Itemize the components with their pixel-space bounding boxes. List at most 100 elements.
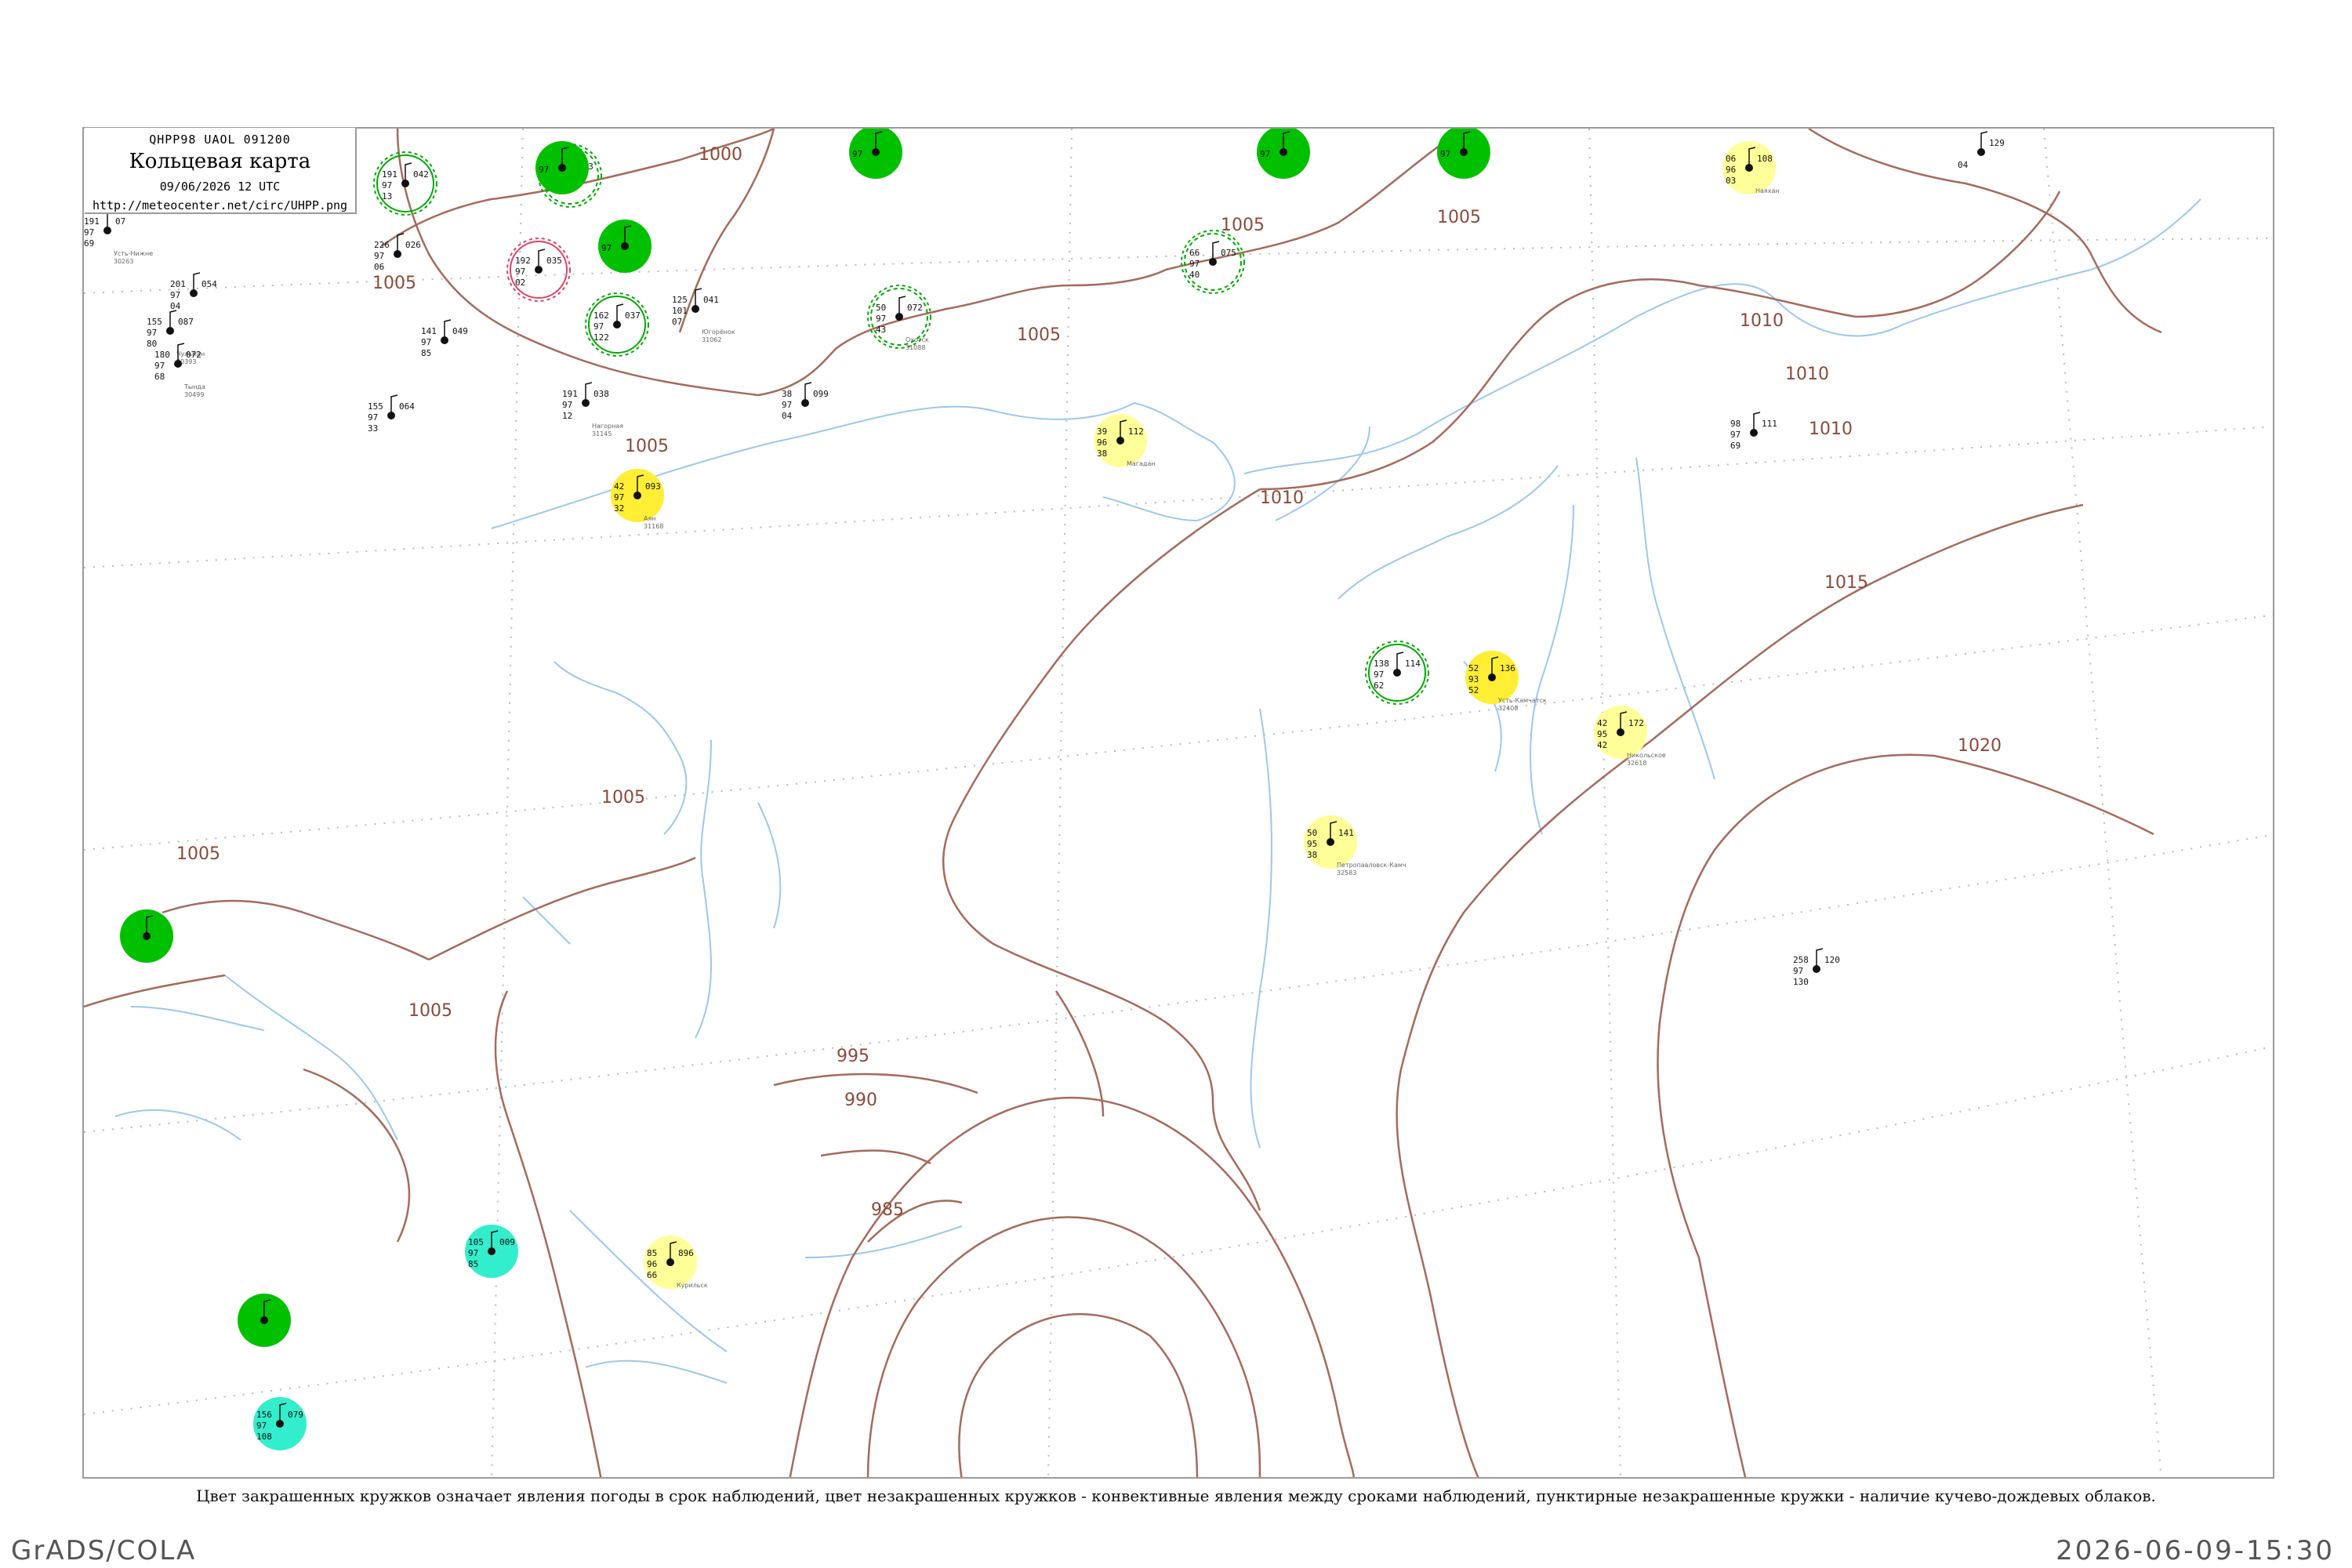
station-t: 52: [1468, 663, 1479, 673]
station-td: 97: [539, 165, 549, 175]
station-td: 97: [147, 328, 157, 338]
station-plot[interactable]: 5097 072 43 Охотск31088: [867, 285, 931, 351]
station-t: 50: [1307, 828, 1317, 838]
station-plot[interactable]: 15597 064 33: [368, 394, 415, 434]
station-name: Курильск: [677, 1282, 708, 1289]
station-plot[interactable]: 19197 07 69 Усть-Нижне30263: [84, 209, 153, 265]
station-plot[interactable]: 19297 035 02: [506, 238, 571, 302]
graticule: [84, 129, 2273, 1477]
station-v: 66: [647, 1270, 657, 1280]
station-p: 111: [1762, 419, 1777, 429]
station-plot[interactable]: 8596 896 66 Курильск: [644, 1236, 708, 1289]
station-td: 97: [515, 267, 525, 277]
station-v: 108: [256, 1432, 272, 1442]
station-t: 258: [1793, 955, 1809, 965]
station-p: 075: [1221, 248, 1236, 258]
station-plot[interactable]: 14197 049 85: [421, 319, 468, 358]
station-td: 97: [1793, 966, 1803, 976]
station-plot[interactable]: 9897 111 69: [1730, 412, 1777, 451]
station-plot[interactable]: 97: [1257, 129, 1310, 179]
station-plot[interactable]: 5293 136 52 Усть-Камчатск32408: [1465, 651, 1547, 712]
station-p: 049: [452, 326, 468, 336]
station-p: 041: [703, 295, 719, 305]
station-plot[interactable]: 97: [849, 129, 902, 179]
station-td: 96: [647, 1259, 657, 1269]
isobar-label-985: 985: [871, 1200, 904, 1220]
station-p: 064: [399, 401, 415, 412]
station-t: 155: [147, 317, 162, 327]
station-t: 155: [368, 401, 383, 412]
station-td: 97: [374, 251, 384, 261]
station-t: 191: [382, 169, 397, 180]
station-plot[interactable]: 10597 009 85: [465, 1225, 518, 1278]
station-plot[interactable]: 4295 172 42 Никольское32618: [1594, 706, 1666, 767]
station-plot[interactable]: 97: [598, 220, 652, 273]
station-plot[interactable]: 15697 079 108: [253, 1397, 307, 1450]
isobar-label-1005: 1005: [1437, 208, 1481, 227]
station-plot[interactable]: [120, 909, 173, 963]
station-p: 035: [546, 256, 562, 266]
station-t: 192: [515, 256, 531, 266]
station-plot[interactable]: 25897 120 130: [1793, 948, 1840, 987]
station-t: 226: [374, 240, 390, 250]
isobar-label-1010: 1010: [1809, 419, 1853, 439]
station-plot[interactable]: 97: [535, 141, 589, 194]
station-plot[interactable]: 3996 112 38 Магадан: [1094, 414, 1156, 467]
station-t: 156: [256, 1410, 272, 1420]
station-name: Никольское: [1627, 752, 1666, 759]
station-td: 97: [601, 243, 612, 253]
station-plot[interactable]: 19197 038 12 Нагорная31145: [562, 382, 623, 437]
station-plot[interactable]: [238, 1294, 291, 1347]
render-timestamp: 2026-06-09-15:30: [2056, 1535, 2335, 1566]
station-p: 114: [1405, 659, 1421, 669]
station-plot[interactable]: 97: [1437, 129, 1490, 179]
station-plot[interactable]: 3897 099 04: [782, 382, 829, 421]
station-td: 97: [468, 1248, 478, 1258]
station-p: 009: [499, 1237, 515, 1247]
bulletin-code: QHPP98 UAOL 091200: [149, 132, 291, 147]
station-v: 40: [1189, 270, 1200, 280]
isobar-label-1010: 1010: [1740, 311, 1784, 331]
station-td: 96: [1097, 437, 1107, 448]
station-id: 30263: [114, 258, 133, 265]
station-td: 97: [382, 180, 392, 191]
station-plot[interactable]: 20197 054 04: [170, 272, 217, 311]
station-id: 31062: [702, 336, 721, 343]
station-t: 42: [1597, 718, 1607, 728]
station-p: 042: [413, 169, 429, 180]
station-plot[interactable]: 0696 108 03 Наяхан: [1722, 141, 1780, 194]
station-id: 31168: [644, 523, 663, 530]
isobar-labels: 1000 1005 1005 1005 1005 1005 1005 1005 …: [176, 145, 2002, 1220]
station-td: 97: [782, 400, 792, 410]
map-date: 09/06/2026 12 UTC: [159, 180, 281, 194]
station-td: 97: [84, 227, 94, 238]
station-t: 191: [562, 389, 578, 399]
station-plot[interactable]: 5095 141 38 Петропавловск-Камч32583: [1304, 815, 1406, 877]
station-id: 31088: [906, 344, 925, 351]
coastline: [114, 198, 2201, 1384]
station-p: 072: [907, 303, 923, 313]
station-plot[interactable]: 6697 075 40: [1181, 230, 1245, 294]
station-v: 85: [468, 1259, 478, 1269]
station-plot[interactable]: 13897 114 62: [1365, 641, 1429, 705]
station-t: 98: [1730, 419, 1740, 429]
station-plot[interactable]: 16297 037 122: [585, 292, 649, 357]
source-url[interactable]: http://meteocenter.net/circ/UHPP.png: [85, 198, 355, 212]
station-t: 138: [1374, 659, 1389, 669]
synoptic-map[interactable]: 1000 1005 1005 1005 1005 1005 1005 1005 …: [84, 129, 2274, 1479]
station-plot[interactable]: 22697 026 06: [374, 233, 421, 272]
station-v: 38: [1307, 850, 1317, 860]
station-plot[interactable]: 19197 042 13: [373, 151, 437, 216]
station-plot[interactable]: 125101 041 07 Югорёнок31062: [672, 288, 735, 343]
isobar-label-1010: 1010: [1260, 488, 1304, 508]
station-id: 32583: [1337, 869, 1356, 877]
station-plot[interactable]: 4297 093 32 Аян31168: [611, 469, 664, 530]
isobar-label-995: 995: [837, 1047, 869, 1066]
station-id: 32618: [1627, 760, 1646, 767]
station-name: Наяхан: [1755, 187, 1780, 194]
station-v: 04: [782, 411, 793, 421]
station-v: 12: [562, 411, 572, 421]
station-t: 06: [1726, 154, 1736, 164]
station-p: 079: [288, 1410, 303, 1420]
station-plot[interactable]: 129 04: [1958, 131, 2005, 170]
